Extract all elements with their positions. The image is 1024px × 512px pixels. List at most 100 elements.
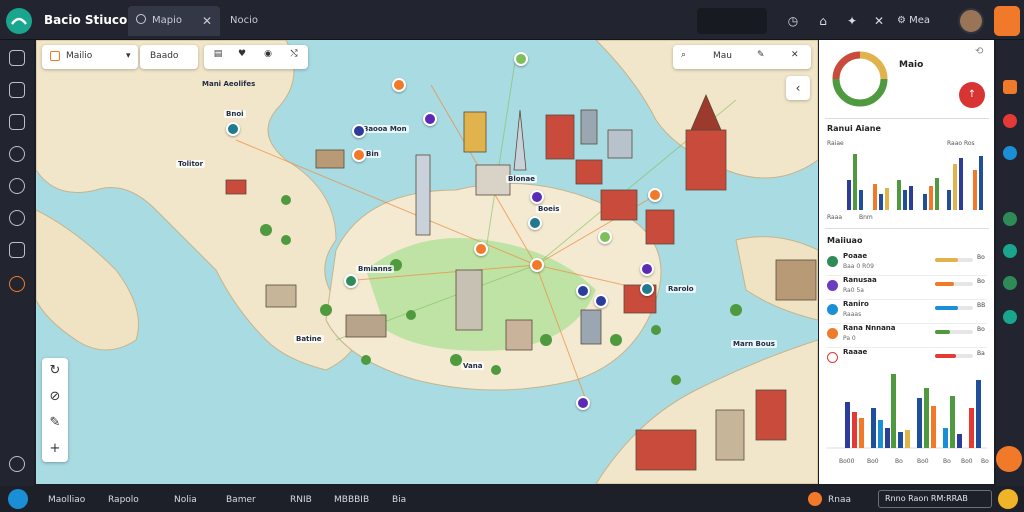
category-icon [827,352,838,363]
map-pin[interactable] [528,216,542,230]
zoom-in-button[interactable]: + [42,436,68,462]
share-icon[interactable] [9,276,25,292]
menu-button[interactable] [994,6,1020,36]
map-pin[interactable] [576,284,590,298]
tools-icon[interactable]: ✦ [843,12,861,30]
fab-button[interactable] [996,446,1022,472]
notification-icon[interactable] [998,489,1018,509]
status-item[interactable]: Nolia [174,492,197,508]
home-icon[interactable] [9,50,25,66]
check-icon[interactable] [9,178,25,194]
app-logo[interactable] [6,8,32,34]
refresh-icon[interactable]: ⟲ [975,46,983,57]
map-label[interactable]: Bin [364,150,381,158]
map-pin[interactable] [352,148,366,162]
help-icon[interactable] [9,456,25,472]
map-label[interactable]: Rarolo [666,285,696,293]
map-pin[interactable] [344,274,358,288]
map-pin[interactable] [392,78,406,92]
map-label[interactable]: Batine [294,335,324,343]
map-label[interactable]: Vana [461,362,485,370]
map-label[interactable]: Marn Bous [731,340,777,348]
map-pin[interactable] [576,396,590,410]
map-pin[interactable] [598,230,612,244]
map-pin[interactable] [352,124,366,138]
map-label[interactable]: Bmianns [356,265,394,273]
route-icon[interactable]: ⤭ [286,49,302,65]
status-item[interactable]: Bia [392,492,406,508]
draw-icon[interactable]: ✎ [42,410,68,436]
search-icon[interactable]: ⌕ [681,50,686,60]
notification-icon[interactable]: ⌂ [814,12,832,30]
teal-icon[interactable] [1003,310,1017,324]
list-item[interactable]: Poaae Baa 0 R09 Bo [827,252,987,276]
location-icon[interactable]: ◉ [260,49,276,65]
map-pin[interactable] [640,282,654,296]
search-input[interactable] [697,8,767,34]
chart-footer: Bo00 Bo0 Bo Bo0 Bo Bo0 Bo [839,458,989,468]
list-item[interactable]: Ranusaa Ra0 5a Bo [827,276,987,300]
pin-icon[interactable]: ♥ [234,49,250,65]
status-item[interactable]: MBBBIB [334,492,369,508]
layers-icon[interactable] [9,82,25,98]
right-select-value[interactable]: Mau [713,51,732,61]
map-label[interactable]: Blonae [506,175,537,183]
compass-icon[interactable]: ⊘ [42,384,68,410]
logo-icon [11,17,27,25]
list-item-value: Bo [977,326,985,333]
status-item[interactable]: Bamer [226,492,256,508]
map-pin[interactable] [423,112,437,126]
edit-icon[interactable]: ✎ [757,50,765,60]
chat-icon[interactable] [9,146,25,162]
settings-icon[interactable] [9,210,25,226]
insights-panel: Maio ⟲ ↑ Ranui Aiane Raiae Raao Ros Raaa… [819,40,994,484]
map-label[interactable]: Bnoi [224,110,246,118]
close-icon[interactable]: ✕ [791,50,799,60]
map-pin[interactable] [530,258,544,272]
map-label[interactable]: Boeis [536,205,562,213]
clock-icon[interactable]: ◷ [784,12,802,30]
building-icon[interactable] [9,242,25,258]
status-item[interactable]: Rapolo [108,492,139,508]
red-icon[interactable] [1003,114,1017,128]
tab-notes[interactable]: Nocio [222,6,292,36]
status-right-label[interactable]: Rnaa [828,492,851,508]
teal-icon[interactable] [1003,244,1017,258]
map-label[interactable]: Mani Aeolifes [200,80,257,88]
chevron-left-icon: ‹ [795,81,801,95]
blue-icon[interactable] [1003,146,1017,160]
list-item[interactable]: Rana Nnnana Pa 0 Bo [827,324,987,348]
status-item[interactable]: Maolliao [48,492,85,508]
map-pin[interactable] [474,242,488,256]
tab-map[interactable]: Mapio ✕ [128,6,220,36]
map-label[interactable]: Tolitor [176,160,206,168]
status-item[interactable]: RNIB [290,492,312,508]
map-pin[interactable] [530,190,544,204]
layer-select[interactable]: Mailio ▾ [42,45,138,69]
collapse-button[interactable]: ‹ [786,76,810,100]
map-pin[interactable] [648,188,662,202]
settings-button[interactable]: ⚙ Mea [897,8,945,34]
map-illustration [36,40,818,484]
map-pin[interactable] [594,294,608,308]
rotate-icon[interactable]: ↻ [42,358,68,384]
view-select[interactable]: Baado [140,45,198,69]
image-icon[interactable] [9,114,25,130]
orange-icon[interactable] [1003,80,1017,94]
green-icon[interactable] [1003,212,1017,226]
list-icon[interactable]: ▤ [210,49,226,65]
map-pin[interactable] [226,122,240,136]
list-item[interactable]: Raniro Raaas BB [827,300,987,324]
alert-button[interactable]: ↑ [959,82,985,108]
green-icon[interactable] [1003,276,1017,290]
map-pin[interactable] [640,262,654,276]
avatar[interactable] [958,8,984,34]
alert-icon[interactable] [808,492,822,506]
close-icon[interactable]: ✕ [202,6,212,36]
map-label[interactable]: Baooa Mon [361,125,409,133]
info-icon[interactable] [8,489,28,509]
map-pin[interactable] [514,52,528,66]
divider [825,228,989,229]
wrench-icon[interactable]: ✕ [870,12,888,30]
map-canvas[interactable]: Mailio ▾ Baado ▤ ♥ ◉ ⤭ ⌕ Mau ✎ ✕ ‹ Bnoi … [36,40,818,484]
